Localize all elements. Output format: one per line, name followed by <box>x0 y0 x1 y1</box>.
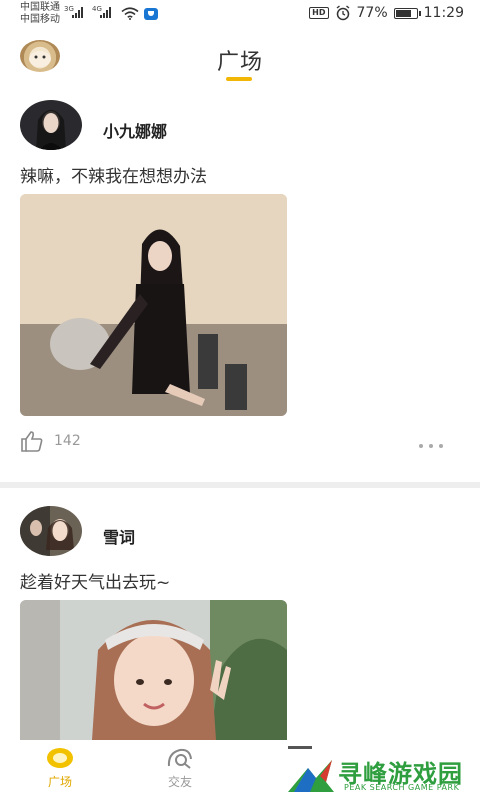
wifi-icon <box>121 7 139 20</box>
status-right: HD 77% 11:29 <box>309 5 464 21</box>
app-notification-icon <box>144 8 158 20</box>
more-options-icon[interactable] <box>419 444 443 448</box>
like-row[interactable]: 142 <box>20 430 81 452</box>
post-card: 小九娜娜 辣嘛，不辣我在想想办法 142 <box>0 90 480 480</box>
thumbs-up-icon[interactable] <box>20 430 44 452</box>
post-username[interactable]: 雪词 <box>103 524 135 548</box>
square-tab-icon <box>47 748 73 768</box>
alarm-icon <box>336 5 349 21</box>
post-image[interactable] <box>20 600 287 740</box>
post-text: 趁着好天气出去玩~ <box>20 573 171 593</box>
status-bar: 中国联通 中国移动 3G 4G HD 77% 11:29 <box>0 0 480 30</box>
post-image[interactable] <box>20 194 287 416</box>
watermark: 寻峰游戏园 PEAK SEARCH GAME PARK <box>286 752 480 800</box>
tab-icon-partial <box>288 746 312 749</box>
carrier-info: 中国联通 中国移动 <box>20 2 60 26</box>
battery-icon <box>393 7 421 19</box>
battery-percent: 77% <box>356 5 388 21</box>
page-title: 广场 <box>216 50 263 75</box>
signal-icon <box>72 7 83 18</box>
tab-label: 广场 <box>47 775 72 789</box>
friends-tab-icon <box>167 748 192 769</box>
watermark-logo <box>288 760 334 792</box>
carrier-2: 中国移动 <box>20 14 60 25</box>
post-avatar[interactable] <box>20 100 82 150</box>
title-underline <box>226 77 252 81</box>
tab-label: 交友 <box>167 775 192 789</box>
post-text: 辣嘛，不辣我在想想办法 <box>20 167 207 187</box>
tab-friends[interactable]: 交友 <box>120 740 240 800</box>
signal-icon <box>100 7 111 18</box>
clock: 11:29 <box>423 5 464 21</box>
hd-badge: HD <box>309 7 329 19</box>
post-avatar[interactable] <box>20 506 82 556</box>
post-username[interactable]: 小九娜娜 <box>103 118 167 142</box>
like-count: 142 <box>54 433 81 449</box>
watermark-subtext: PEAK SEARCH GAME PARK <box>344 783 460 792</box>
post-card: 雪词 趁着好天气出去玩~ <box>0 488 480 740</box>
tab-square[interactable]: 广场 <box>0 740 120 800</box>
header: 广场 <box>0 30 480 90</box>
carrier-1: 中国联通 <box>20 2 60 13</box>
